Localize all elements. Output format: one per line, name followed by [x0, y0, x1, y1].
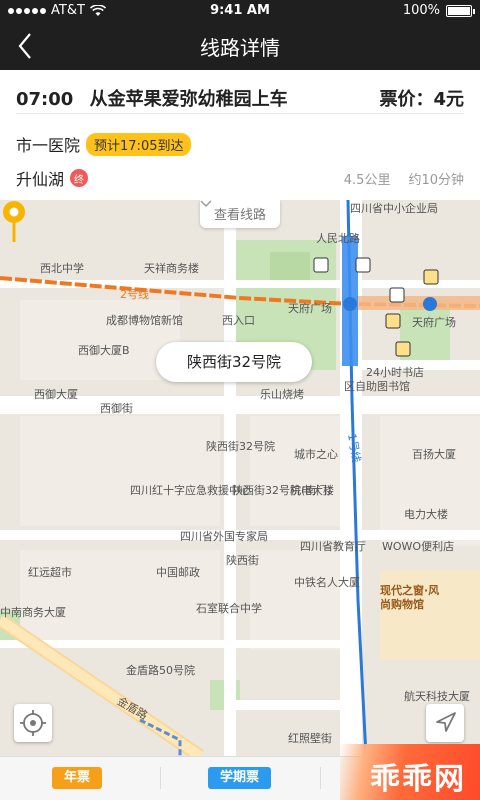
map-base	[0, 200, 480, 756]
divider	[320, 767, 321, 789]
map-label: 区自助图书馆	[344, 380, 410, 393]
battery-percent: 100%	[402, 3, 440, 18]
divider	[160, 767, 161, 789]
map-label: 人民北路	[316, 232, 360, 245]
stop-name: 市一医院	[16, 136, 81, 155]
page-title: 线路详情	[200, 36, 280, 60]
navigation-arrow-icon	[436, 712, 456, 732]
status-bar: AT&T 9:41 AM 100%	[0, 0, 480, 22]
map-label: 中南商务大厦	[0, 606, 66, 619]
map-label: 石室联合中学	[196, 602, 262, 615]
map-label: 金盾路50号院	[126, 664, 195, 677]
map-label: 西御大厦B	[78, 344, 130, 357]
chevron-down-icon	[200, 200, 212, 207]
battery-icon	[446, 4, 475, 17]
map-label: 西入口	[222, 314, 255, 327]
map-label: 天府广场	[288, 302, 332, 315]
location-popup[interactable]: 陕西街32号院	[156, 342, 312, 382]
map-label: 电力大楼	[404, 508, 448, 521]
end-badge: 终	[70, 169, 89, 187]
map-label: 西御街	[100, 402, 133, 415]
map-label: 中国邮政	[156, 566, 200, 579]
year-ticket-button[interactable]: 年票	[52, 767, 103, 789]
view-route-label: 查看线路	[213, 208, 266, 223]
term-ticket-button[interactable]: 学期票	[208, 767, 272, 789]
map-label: 四川省教育厅	[300, 540, 366, 553]
destination-name: 升仙湖	[16, 170, 65, 189]
departure-time: 07:00	[16, 89, 74, 110]
eta-badge: 预计17:05到达	[86, 132, 192, 156]
departure-place: 从金苹果爱弥幼稚园上车	[89, 89, 288, 110]
locate-me-button[interactable]	[14, 704, 52, 742]
map-label: 西北中学	[40, 262, 84, 275]
map-label: 乐山烧烤	[260, 388, 304, 401]
map-label: 2号线	[120, 288, 149, 301]
location-pin-icon[interactable]	[0, 200, 28, 244]
map-view[interactable]: 西北中学 天祥商务楼 成都博物馆新馆 西入口 西御大厦B 西御大厦 西御街 人民…	[0, 200, 480, 756]
map-label: 中铁名人大厦	[294, 576, 360, 589]
map-label: 天府广场	[412, 316, 456, 329]
map-label: 机电大楼	[290, 484, 334, 497]
route-info-panel: 07:00 从金苹果爱弥幼稚园上车 票价：4元 市一医院 预计17:05到达 升…	[0, 70, 480, 200]
map-label: 陕西街32号院	[206, 440, 275, 453]
fare-label: 票价：4元	[379, 89, 464, 110]
departure-info: 07:00 从金苹果爱弥幼稚园上车	[16, 85, 298, 111]
watermark-text: 乖乖网	[370, 762, 466, 797]
crosshair-icon	[20, 710, 46, 736]
map-label: 百扬大厦	[412, 448, 456, 461]
map-label: 红远超市	[28, 566, 72, 579]
map-label: 西御大厦	[34, 388, 78, 401]
map-label: 陕西街	[226, 554, 259, 567]
distance-label: 4.5公里	[343, 172, 391, 188]
map-label: 红照壁街	[288, 732, 332, 745]
map-label: 现代之窗·风尚购物馆	[380, 584, 440, 611]
map-label: 四川省中小企业局	[350, 202, 438, 215]
map-label: 城市之心	[294, 448, 338, 461]
map-label: 四川省外国专家局	[180, 530, 268, 543]
navigate-button[interactable]	[426, 704, 464, 742]
watermark: 乖乖网	[340, 744, 480, 800]
duration-label: 约10分钟	[408, 172, 464, 188]
map-label: 天祥商务楼	[144, 262, 199, 275]
map-label: 航天科技大厦	[404, 690, 470, 703]
top-bar: AT&T 9:41 AM 100% 线路详情	[0, 0, 480, 70]
view-route-button[interactable]: 查看线路	[200, 200, 280, 228]
map-label: WOWO便利店	[382, 540, 455, 553]
divider	[16, 113, 464, 114]
map-label: 成都博物馆新馆	[106, 314, 183, 327]
